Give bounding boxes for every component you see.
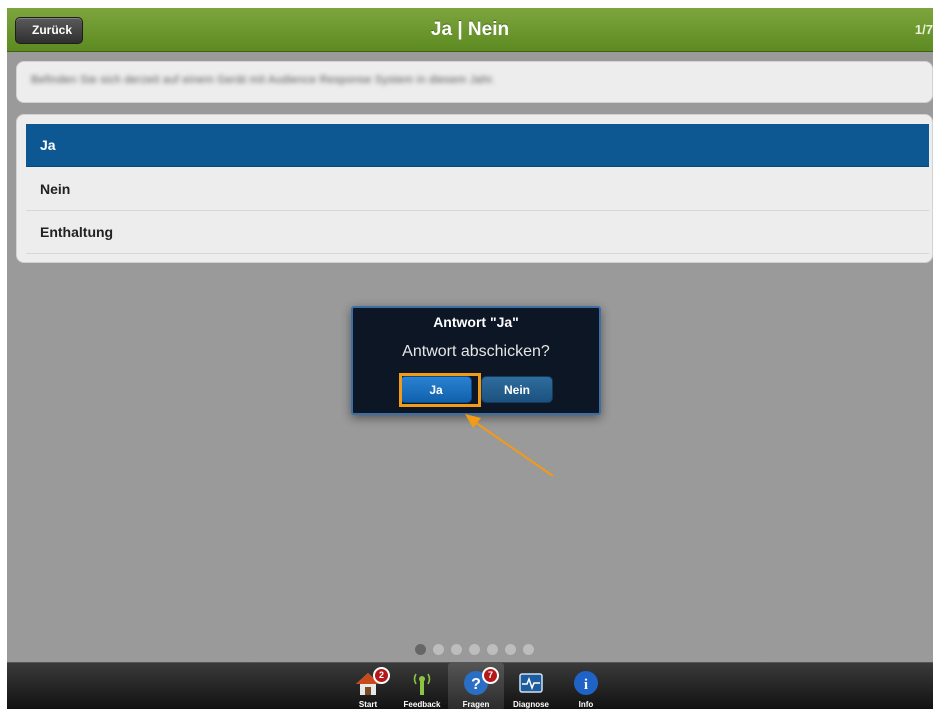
- app-frame: Zurück Ja | Nein 1/7 Befinden Sie sich d…: [0, 0, 933, 709]
- tab-fragen[interactable]: ? 7 Fragen: [448, 663, 504, 709]
- svg-text:i: i: [584, 677, 588, 693]
- tab-start[interactable]: 2 Start: [340, 663, 396, 709]
- bottom-tab-bar: 2 Start Feedback ? 7 Fragen Diagnose i I…: [7, 662, 933, 709]
- tab-badge: 2: [373, 667, 390, 684]
- pager-dot[interactable]: [523, 644, 534, 655]
- pager-dot[interactable]: [451, 644, 462, 655]
- tab-label: Start: [358, 700, 378, 709]
- tab-feedback[interactable]: Feedback: [394, 663, 450, 709]
- info-icon: i: [574, 671, 598, 695]
- tab-label: Feedback: [403, 700, 441, 709]
- pager-dot[interactable]: [505, 644, 516, 655]
- tab-label: Diagnose: [512, 700, 549, 709]
- pager-dot[interactable]: [415, 644, 426, 655]
- app-screen: Zurück Ja | Nein 1/7 Befinden Sie sich d…: [7, 8, 933, 709]
- tab-label: Info: [578, 700, 594, 709]
- pager-dot[interactable]: [469, 644, 480, 655]
- pager-dot[interactable]: [433, 644, 444, 655]
- tab-info[interactable]: i Info: [558, 663, 614, 709]
- diagnose-monitor-icon: [519, 673, 543, 693]
- feedback-antenna-icon: [413, 673, 431, 695]
- tab-label: Fragen: [462, 700, 490, 709]
- svg-text:?: ?: [471, 676, 481, 693]
- pager-dot[interactable]: [487, 644, 498, 655]
- pointer-arrow: [465, 414, 554, 477]
- tab-diagnose[interactable]: Diagnose: [503, 663, 559, 709]
- tab-badge: 7: [482, 667, 499, 684]
